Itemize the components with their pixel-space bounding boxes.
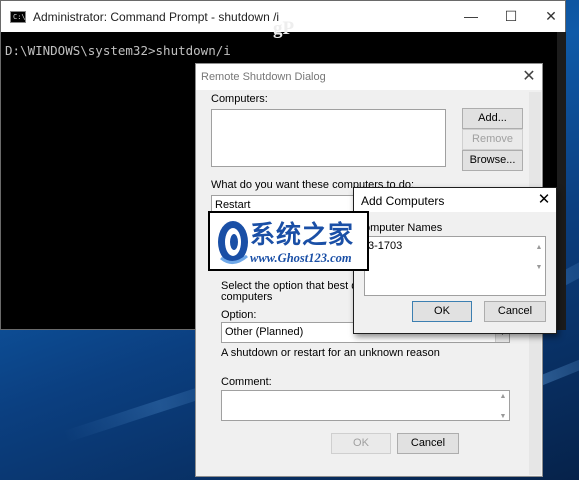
cancel-button[interactable]: Cancel — [484, 301, 546, 322]
names-scrollbar[interactable]: ▲ ▼ — [533, 238, 545, 293]
computer-names-value: 3-1703 — [368, 240, 403, 252]
comment-textarea[interactable]: ▲ ▼ — [221, 390, 510, 421]
option-description: A shutdown or restart for an unknown rea… — [221, 347, 440, 359]
acd-title: Add Computers — [361, 194, 445, 208]
computers-list[interactable] — [211, 109, 446, 167]
cancel-button[interactable]: Cancel — [397, 433, 459, 454]
ok-button[interactable]: OK — [331, 433, 391, 454]
overlay-logo: gP — [273, 18, 295, 39]
comment-scrollbar[interactable]: ▲ ▼ — [497, 392, 509, 420]
minimize-button[interactable]: — — [458, 5, 484, 27]
close-icon[interactable]: ✕ — [518, 66, 540, 88]
option-select-value: Other (Planned) — [225, 326, 304, 338]
acd-titlebar[interactable]: Add Computers ✕ — [354, 188, 556, 212]
maximize-button[interactable]: ☐ — [498, 5, 524, 27]
console-output-line[interactable]: D:\WINDOWS\system32>shutdown/i — [5, 43, 231, 58]
add-computers-dialog: Add Computers ✕ omputer Names 3-1703 ▲ ▼ … — [353, 187, 557, 334]
watermark-url: www.Ghost123.com — [250, 251, 352, 265]
option-label: Option: — [221, 309, 257, 321]
cmd-window-title: Administrator: Command Prompt - shutdown… — [33, 10, 280, 24]
computer-names-label: omputer Names — [364, 222, 443, 234]
watermark-chinese-text: 系统之家 — [250, 220, 355, 249]
ghost-logo-icon — [218, 221, 248, 264]
ok-button[interactable]: OK — [412, 301, 472, 322]
close-icon[interactable]: ✕ — [534, 190, 554, 210]
action-select-value: Restart — [215, 199, 251, 211]
add-button[interactable]: Add... — [462, 108, 523, 129]
close-button[interactable]: ✕ — [538, 5, 564, 27]
rsd-title: Remote Shutdown Dialog — [201, 71, 326, 83]
comment-label: Comment: — [221, 376, 272, 388]
rsd-titlebar[interactable]: Remote Shutdown Dialog ✕ — [196, 64, 542, 90]
cmd-app-icon: C:\ — [10, 11, 26, 23]
computers-label: Computers: — [211, 93, 268, 105]
site-watermark: 系统之家 www.Ghost123.com — [208, 211, 369, 271]
browse-button[interactable]: Browse... — [462, 150, 523, 171]
computer-names-input[interactable]: 3-1703 ▲ ▼ — [364, 236, 546, 296]
remove-button[interactable]: Remove — [462, 129, 523, 150]
reason-instruction-line2: computers — [221, 291, 273, 303]
cmd-scrollbar[interactable] — [557, 32, 566, 330]
